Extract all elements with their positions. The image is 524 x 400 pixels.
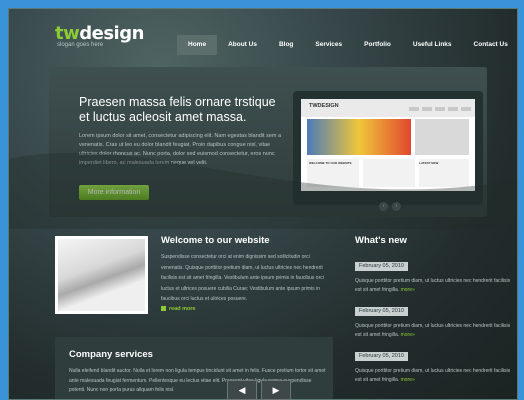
hero-title: Praesen massa felis ornare trstique et l… [79,95,276,124]
news-item: February 05, 2010 Quisque porttitor pret… [355,299,515,340]
website-frame: twdesign slogan goes here Home About Us … [8,8,518,400]
nav-item-about-us[interactable]: About Us [217,35,268,55]
news-title: What's new [355,235,407,246]
site-slogan: slogan goes here [57,42,104,48]
nav-item-services[interactable]: Services [304,35,353,55]
company-services-title: Company services [69,349,153,360]
welcome-title: Welcome to our website [161,235,270,246]
hero-panel: Praesen massa felis ornare trstique et l… [49,67,487,217]
news-more-link[interactable]: more» [401,377,415,383]
hero-screenshot: TWDESIGN WELCOME TO OUR WEBSITE LATEST N… [301,99,475,191]
welcome-text: Suspendisse consectetur orci at enim dig… [161,254,324,302]
news-more-link[interactable]: more» [401,332,415,338]
news-item: February 05, 2010 Quisque porttitor pret… [355,344,515,385]
prev-page-button[interactable]: ◀ [227,380,257,400]
nav-item-home[interactable]: Home [177,35,218,55]
hero-screenshot-frame: TWDESIGN WELCOME TO OUR WEBSITE LATEST N… [293,91,483,205]
more-information-button[interactable]: More information [79,185,149,200]
logo-prefix: tw [55,23,80,44]
welcome-thumbnail [55,236,148,314]
screenshot-banner [307,119,411,155]
hero-pager: ‹ › [379,202,401,211]
news-more-link[interactable]: more» [401,287,415,293]
news-text: Quisque porttitor pretium diam, ut luctu… [355,278,511,293]
read-more-link[interactable]: read more [161,306,196,312]
next-page-button[interactable]: ▶ [261,380,291,400]
screenshot-sidebar [415,119,469,155]
hero-prev-button[interactable]: ‹ [379,202,388,211]
news-date: February 05, 2010 [355,307,408,316]
logo-suffix: design [79,23,144,44]
news-item: February 05, 2010 Quisque porttitor pret… [355,254,515,295]
news-text: Quisque porttitor pretium diam, ut luctu… [355,323,511,338]
hero-next-button[interactable]: › [392,202,401,211]
nav-item-blog[interactable]: Blog [268,35,304,55]
screenshot-welcome: WELCOME TO OUR WEBSITE [309,161,352,165]
site-logo[interactable]: twdesign [55,23,144,44]
arrow-icon [161,306,166,311]
main-nav: Home About Us Blog Services Portfolio Us… [177,35,517,59]
screenshot-nav [409,107,471,111]
nav-item-contact-us[interactable]: Contact Us [463,35,517,55]
read-more-label: read more [169,306,196,312]
bottom-navigation: ◀ ▶ [227,380,291,400]
news-date: February 05, 2010 [355,262,408,271]
news-text: Quisque porttitor pretium diam, ut luctu… [355,368,511,383]
header: twdesign slogan goes here Home About Us … [9,9,517,67]
nav-item-portfolio[interactable]: Portfolio [353,35,402,55]
screenshot-logo: TWDESIGN [309,103,339,109]
company-services-panel: Company services Nulla eleifend blandit … [55,337,333,399]
news-date: February 05, 2010 [355,352,408,361]
nav-item-useful-links[interactable]: Useful Links [402,35,463,55]
screenshot-latest: LATEST NEW [419,161,439,165]
hero-text: Lorem ipsum dolor sit amet, consectetur … [79,133,282,166]
